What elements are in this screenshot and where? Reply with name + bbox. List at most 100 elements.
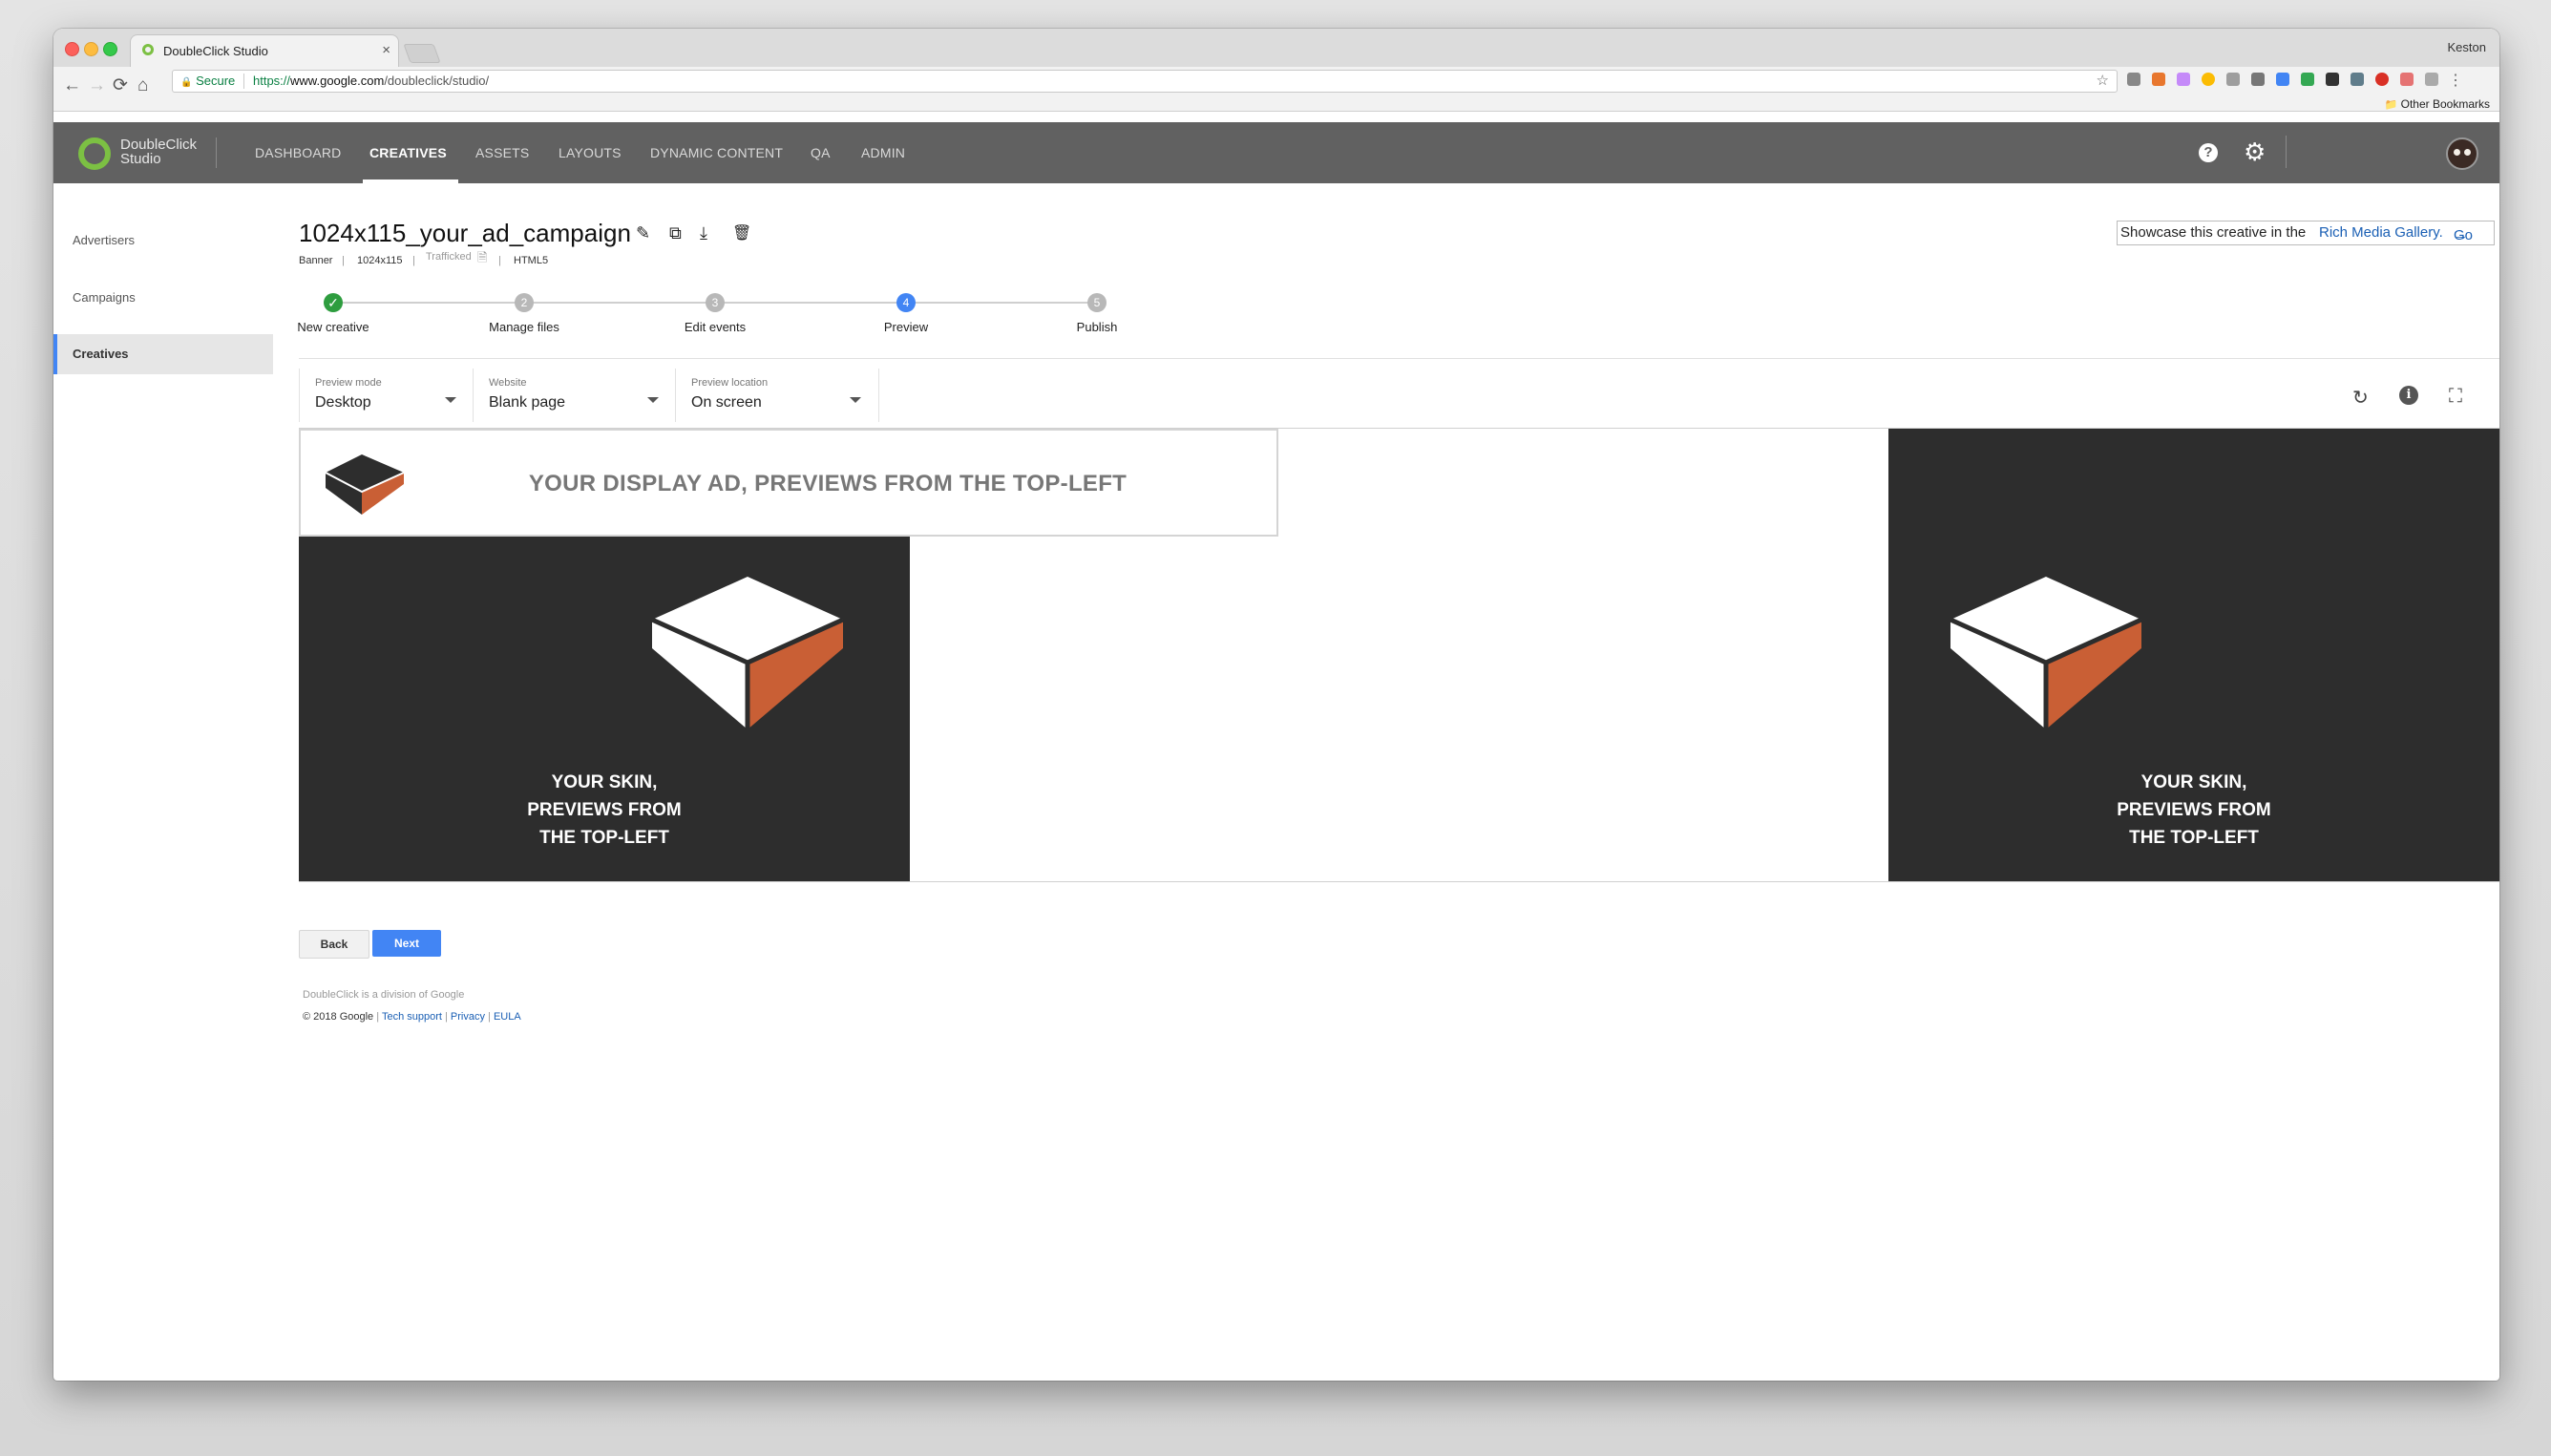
user-avatar[interactable] — [2446, 137, 2478, 170]
preview-location-label: Preview location — [691, 377, 769, 389]
extension-icon-orange[interactable] — [2152, 73, 2165, 86]
preview-controls: Preview mode Desktop Website Blank page … — [299, 369, 2499, 422]
favicon-icon — [142, 44, 154, 55]
rich-media-gallery-link[interactable]: Rich Media Gallery. — [2319, 224, 2443, 241]
extension-icon-red[interactable] — [2375, 73, 2389, 86]
tab-close-icon[interactable]: × — [382, 42, 390, 58]
extension-icon-slate[interactable] — [2351, 73, 2364, 86]
browser-tab[interactable]: DoubleClick Studio × — [130, 34, 399, 68]
nav-layouts[interactable]: LAYOUTS — [559, 145, 622, 160]
section-divider — [299, 358, 2499, 359]
extension-icon-purple[interactable] — [2177, 73, 2190, 86]
sidebar-item-advertisers[interactable]: Advertisers — [73, 233, 135, 247]
refresh-icon[interactable]: ↻ — [2352, 386, 2369, 410]
fullscreen-icon[interactable]: ⛶ — [2449, 386, 2462, 408]
extension-icon-grey[interactable] — [2226, 73, 2240, 86]
sidebar-item-creatives[interactable]: Creatives — [53, 334, 273, 374]
creative-type: Banner — [299, 255, 333, 266]
step-2-indicator[interactable]: 2 — [515, 293, 534, 312]
step-5-indicator[interactable]: 5 — [1087, 293, 1107, 312]
meta-separator: | — [412, 255, 415, 266]
bookmark-star-icon[interactable]: ☆ — [2097, 72, 2109, 89]
settings-gear-icon[interactable]: ⚙ — [2244, 137, 2266, 167]
preview-mode-select[interactable]: Preview mode Desktop — [299, 369, 474, 422]
cube-logo-icon — [652, 577, 845, 729]
banner-caption: YOUR DISPLAY AD, PREVIEWS FROM THE TOP-L… — [528, 471, 1128, 496]
nav-qa[interactable]: QA — [811, 145, 831, 160]
help-icon[interactable]: ? — [2199, 143, 2218, 162]
cube-logo-icon — [325, 454, 405, 515]
step-label-manage-files[interactable]: Manage files — [448, 320, 601, 334]
step-label-publish[interactable]: Publish — [1021, 320, 1173, 334]
extension-icon-pink[interactable] — [2400, 73, 2414, 86]
extension-icon-light[interactable] — [2425, 73, 2438, 86]
step-label-edit-events[interactable]: Edit events — [639, 320, 791, 334]
maximize-window-button[interactable] — [103, 42, 117, 56]
creative-format: HTML5 — [514, 255, 549, 266]
forward-arrow-icon[interactable]: → — [88, 76, 106, 95]
address-bar[interactable]: 🔒 Secure https://www.google.com/doublecl… — [172, 70, 2118, 93]
folder-icon: 📁 — [2384, 99, 2398, 111]
step-4-indicator[interactable]: 4 — [896, 293, 916, 312]
extension-icon-green[interactable] — [2301, 73, 2314, 86]
footer-division: DoubleClick is a division of Google — [303, 989, 465, 1001]
meta-separator: | — [498, 255, 501, 266]
home-icon[interactable]: ⌂ — [137, 76, 148, 95]
nav-admin[interactable]: ADMIN — [861, 145, 905, 160]
website-select[interactable]: Website Blank page — [473, 369, 676, 422]
delete-trash-icon[interactable]: 🗑 — [732, 223, 751, 243]
close-window-button[interactable] — [65, 42, 79, 56]
secure-indicator[interactable]: 🔒 Secure — [180, 74, 235, 88]
duplicate-icon[interactable]: ⧉ — [669, 223, 682, 243]
step-label-preview[interactable]: Preview — [830, 320, 982, 334]
preview-mode-value: Desktop — [315, 394, 371, 411]
website-label: Website — [489, 377, 527, 389]
edit-pencil-icon[interactable]: ✎ — [636, 223, 650, 243]
nav-assets[interactable]: ASSETS — [475, 145, 529, 160]
other-bookmarks[interactable]: 📁 Other Bookmarks — [2385, 97, 2490, 111]
extension-icon-dark[interactable] — [2326, 73, 2339, 86]
footer-links: © 2018 Google | Tech support | Privacy |… — [303, 1011, 521, 1023]
new-tab-button[interactable] — [403, 44, 441, 63]
tab-strip: DoubleClick Studio × Keston — [53, 29, 2499, 68]
app-logo-text[interactable]: DoubleClick Studio — [120, 137, 197, 166]
info-icon[interactable]: i — [2399, 386, 2418, 405]
step-label-new-creative[interactable]: New creative — [257, 320, 410, 334]
privacy-link[interactable]: Privacy — [451, 1011, 485, 1023]
nav-creatives[interactable]: CREATIVES — [369, 145, 447, 160]
header-divider — [216, 137, 217, 168]
minimize-window-button[interactable] — [84, 42, 98, 56]
extension-icon-blue[interactable] — [2276, 73, 2289, 86]
profile-name[interactable]: Keston — [2448, 40, 2486, 54]
tech-support-link[interactable]: Tech support — [382, 1011, 442, 1023]
document-icon: 🗎 — [477, 250, 488, 264]
browser-menu-icon[interactable]: ⋮ — [2448, 71, 2463, 90]
preview-canvas: YOUR SKIN, PREVIEWS FROM THE TOP-LEFT YO… — [299, 428, 2499, 882]
step-1-check-icon[interactable]: ✓ — [324, 293, 343, 312]
step-3-indicator[interactable]: 3 — [706, 293, 725, 312]
arrow-right-icon: → — [2454, 227, 2468, 243]
showcase-text: Showcase this creative in the — [2120, 224, 2307, 241]
url-text: https://www.google.com/doubleclick/studi… — [253, 74, 490, 88]
active-nav-indicator — [363, 179, 458, 183]
doubleclick-logo-icon[interactable] — [78, 137, 111, 170]
reload-icon[interactable]: ⟳ — [113, 76, 128, 95]
lock-icon: 🔒 — [180, 77, 193, 88]
preview-mode-label: Preview mode — [315, 377, 382, 389]
download-icon[interactable]: ⤓ — [700, 223, 707, 243]
extension-icon-yellow[interactable] — [2202, 73, 2215, 86]
preview-location-select[interactable]: Preview location On screen — [675, 369, 879, 422]
nav-dynamic-content[interactable]: DYNAMIC CONTENT — [650, 145, 783, 160]
chevron-down-icon — [647, 397, 659, 403]
nav-dashboard[interactable]: DASHBOARD — [255, 145, 341, 160]
sidebar-item-campaigns[interactable]: Campaigns — [73, 290, 136, 305]
back-arrow-icon[interactable]: ← — [63, 76, 81, 95]
screenshot-extension-icon[interactable] — [2251, 73, 2265, 86]
next-button[interactable]: Next — [372, 930, 441, 957]
sidebar-item-label: Creatives — [73, 347, 129, 361]
skin-caption: YOUR SKIN, PREVIEWS FROM THE TOP-LEFT — [2117, 772, 2271, 848]
back-button[interactable]: Back — [299, 930, 369, 959]
eula-link[interactable]: EULA — [494, 1011, 521, 1023]
camera-extension-icon[interactable] — [2127, 73, 2140, 86]
cube-logo-icon — [1950, 577, 2143, 729]
